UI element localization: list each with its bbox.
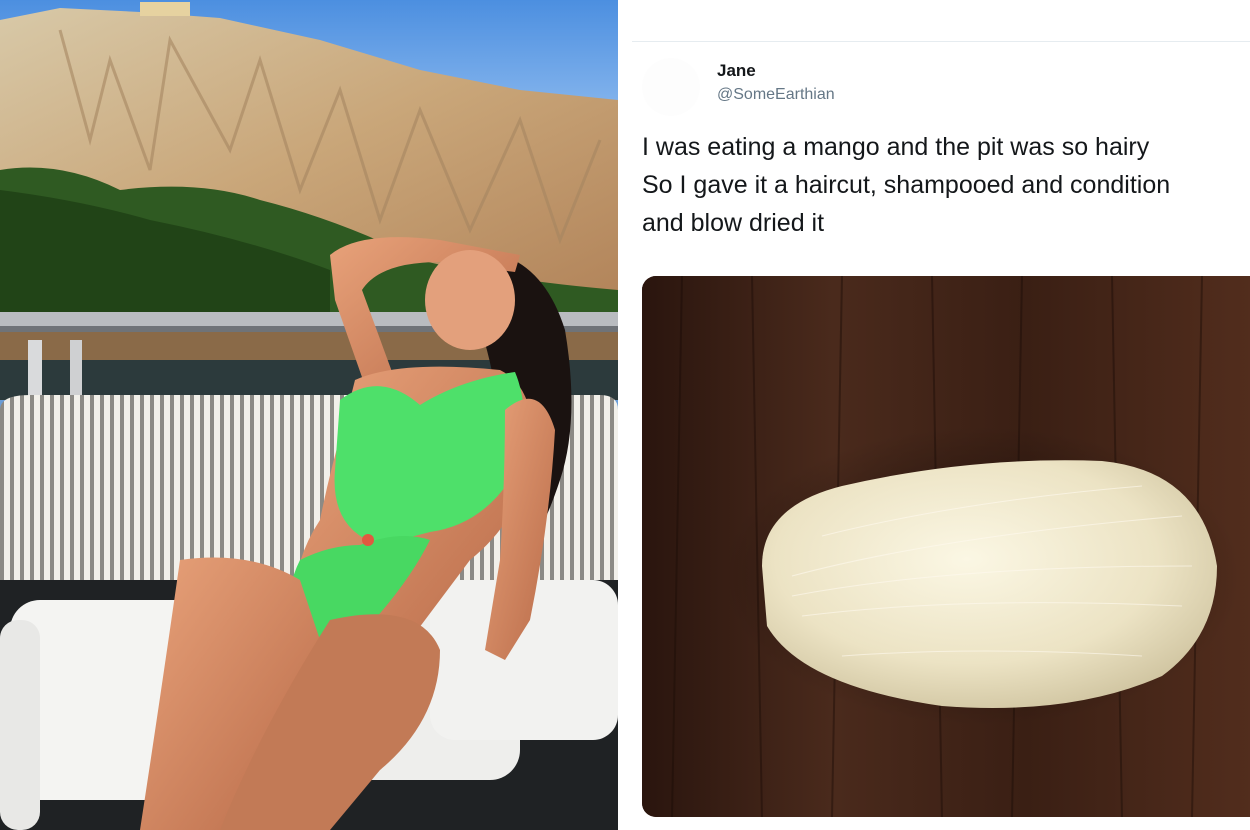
tweet-text-line-1: I was eating a mango and the pit was so … [642, 133, 1150, 161]
top-border [632, 41, 1250, 42]
left-photo [0, 0, 618, 830]
tweet-text-line-3: and blow dried it [642, 209, 825, 237]
tweet-text: I was eating a mango and the pit was so … [642, 128, 1250, 242]
tweet-media-image[interactable] [642, 276, 1250, 817]
tweet-card: Jane @SomeEarthian I was eating a mango … [632, 0, 1250, 830]
hairy-mango-pit-image [642, 276, 1250, 817]
tweet-text-line-2: So I gave it a haircut, shampooed and co… [642, 171, 1171, 199]
woman-on-yacht-image [0, 0, 618, 830]
avatar[interactable] [642, 58, 700, 116]
display-name[interactable]: Jane [717, 61, 756, 81]
panel-divider [618, 0, 632, 830]
user-handle[interactable]: @SomeEarthian [717, 86, 835, 104]
